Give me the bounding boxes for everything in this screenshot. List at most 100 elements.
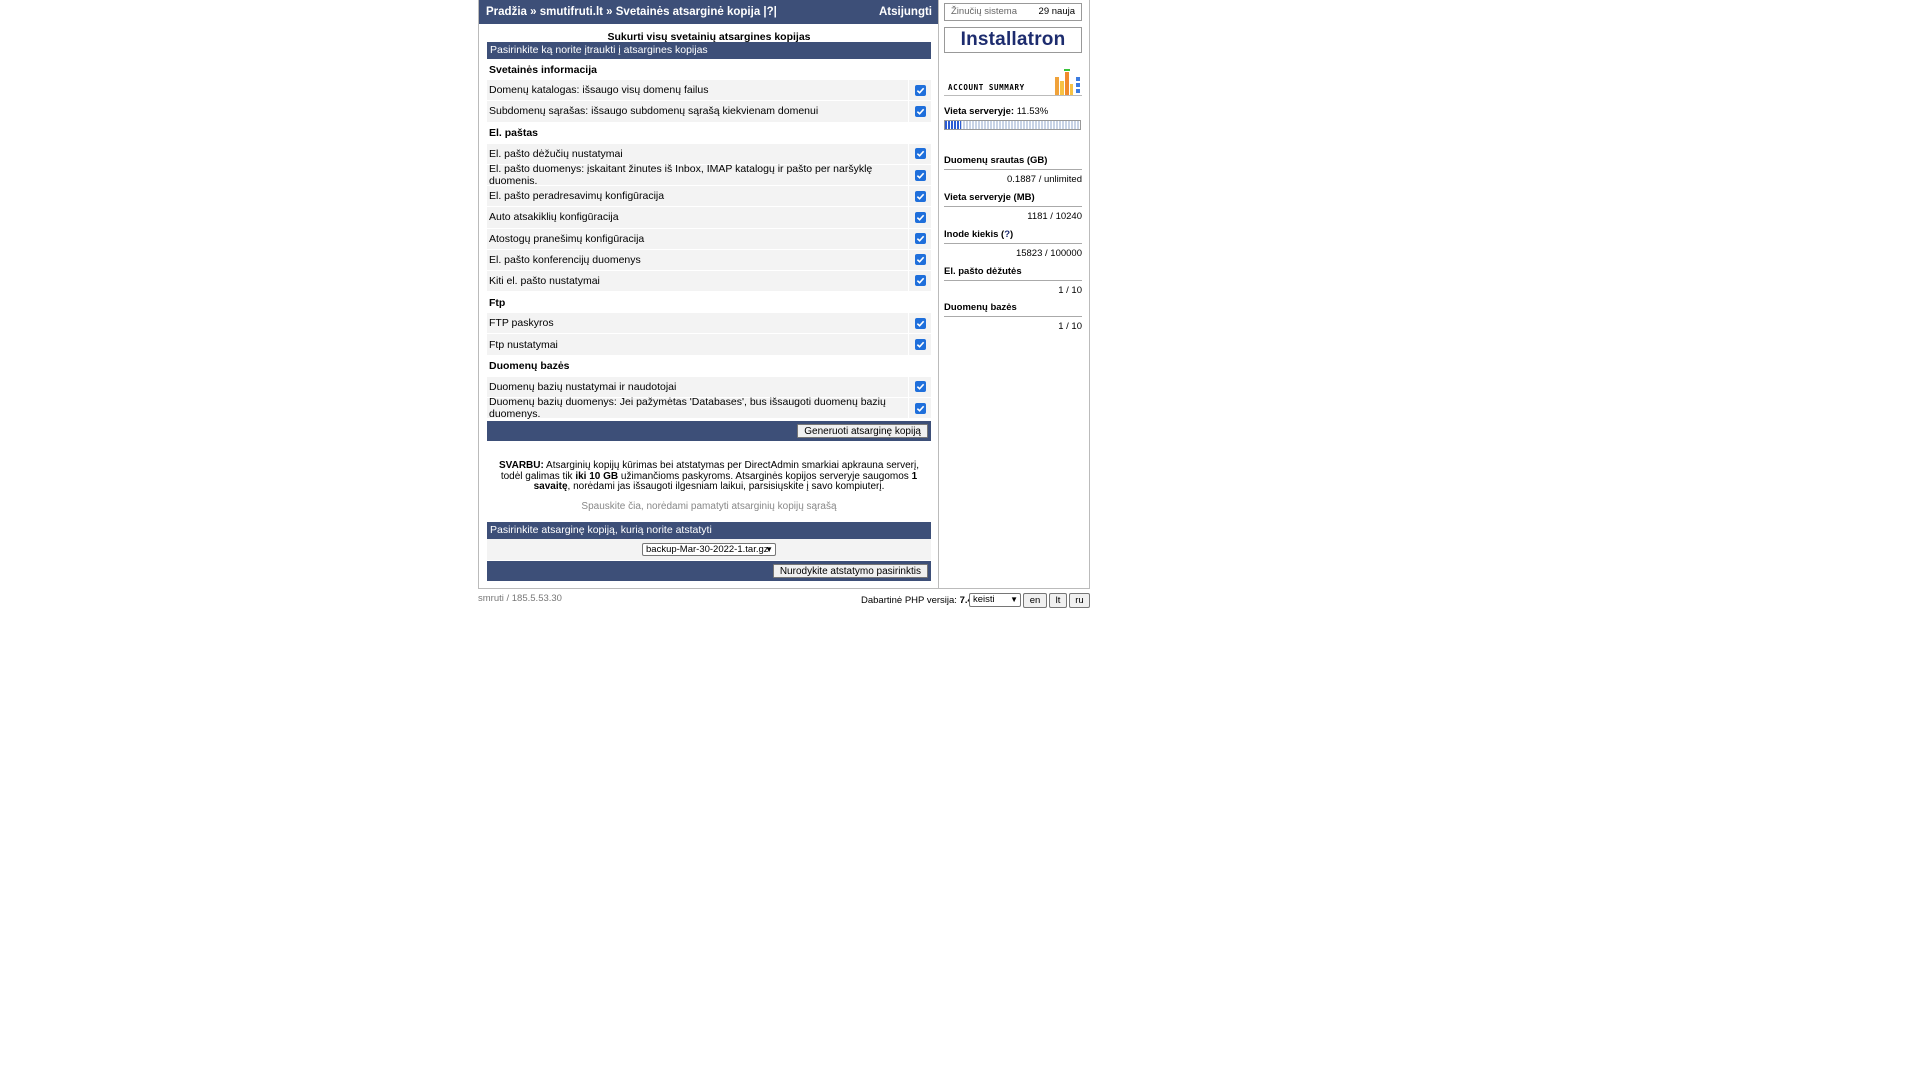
- backup-option-checkbox[interactable]: [914, 105, 926, 117]
- backup-option-checkbox[interactable]: [914, 254, 926, 266]
- breadcrumb: Pradžia » smutifruti.lt » Svetainės atsa…: [486, 0, 777, 24]
- backup-option-label: Duomenų bazių duomenys: Jei pažymėtas 'D…: [487, 396, 909, 420]
- message-system-box[interactable]: Žinučių sistema 29 nauja: [944, 3, 1082, 21]
- language-lt-button[interactable]: lt: [1049, 593, 1067, 608]
- checkmark-icon: [916, 214, 924, 221]
- help-link[interactable]: |?|: [760, 6, 776, 18]
- account-stat-value: 1 / 10: [1058, 285, 1082, 296]
- account-summary-title: ACCOUNT SUMMARY: [948, 83, 1025, 92]
- backup-option-label: Kiti el. pašto nustatymai: [487, 270, 909, 292]
- message-count: 29 nauja: [1038, 6, 1075, 17]
- breadcrumb-home-link[interactable]: Pradžia: [486, 6, 527, 18]
- breadcrumb-separator: »: [602, 6, 616, 18]
- account-stat-title: Duomenų bazės: [944, 302, 1082, 317]
- backup-option-checkbox[interactable]: [914, 402, 926, 414]
- backup-option-row: Subdomenų sąrašas: išsaugo subdomenų sąr…: [487, 101, 931, 123]
- backup-option-cell: [909, 398, 931, 418]
- backup-option-row: Domenų katalogas: išsaugo visų domenų fa…: [487, 80, 931, 102]
- backup-option-checkbox[interactable]: [914, 275, 926, 287]
- backup-option-checkbox[interactable]: [914, 339, 926, 351]
- chevron-down-icon: ▼: [1010, 595, 1018, 604]
- notice-text: , norėdami jas išsaugoti ilgesniam laiku…: [567, 481, 885, 492]
- notice-label: SVARBU:: [499, 460, 544, 471]
- checkmark-icon: [916, 235, 924, 242]
- section-heading: Ftp: [487, 292, 931, 314]
- account-stat: Vieta serveryje (MB) 1181 / 10240: [944, 192, 1082, 222]
- php-version-select-value: keisti: [973, 594, 995, 605]
- php-version-select[interactable]: keisti ▼: [969, 593, 1021, 607]
- backup-option-checkbox[interactable]: [914, 169, 926, 181]
- section-heading: Svetainės informacija: [487, 59, 931, 81]
- backup-option-cell: [909, 313, 931, 333]
- backup-option-checkbox[interactable]: [914, 84, 926, 96]
- backup-option-cell: [909, 271, 931, 291]
- backup-option-label: Auto atsakiklių konfigūracija: [487, 207, 909, 228]
- backup-options-list: Svetainės informacija Domenų katalogas: i…: [487, 59, 931, 420]
- backup-option-label: FTP paskyros: [487, 313, 909, 334]
- backup-option-cell: [909, 229, 931, 249]
- message-system-label: Žinučių sistema: [951, 6, 1017, 17]
- account-stat: Inode kiekis (?) 15823 / 100000: [944, 229, 1082, 259]
- account-stat-value: 0.1887 / unlimited: [1007, 174, 1082, 185]
- notice-text: užimančioms paskyroms. Atsarginės kopijo…: [618, 470, 912, 482]
- backup-option-cell: [909, 165, 931, 185]
- backup-file-select[interactable]: backup-Mar-30-2022-1.tar.gz ▼: [642, 543, 776, 556]
- paren: ): [1010, 229, 1014, 240]
- backup-option-checkbox[interactable]: [914, 148, 926, 160]
- backup-option-checkbox[interactable]: [914, 211, 926, 223]
- backup-option-row: El. pašto duomenys: įskaitant žinutes iš…: [487, 163, 931, 187]
- backup-option-row: Auto atsakiklių konfigūracija: [487, 207, 931, 229]
- php-version-label: Dabartinė PHP versija: 7.4: [861, 595, 973, 606]
- section-heading: El. paštas: [487, 122, 931, 144]
- generate-backup-button[interactable]: Generuoti atsarginę kopiją: [797, 424, 928, 438]
- backup-option-row: El. pašto dėžučių nustatymai: [487, 143, 931, 165]
- backup-option-cell: [909, 250, 931, 270]
- backup-option-label: Duomenų bazių nustatymai ir naudotojai: [487, 376, 909, 397]
- backup-option-row: FTP paskyros: [487, 313, 931, 335]
- php-version-label-text: Dabartinė PHP versija:: [861, 595, 957, 606]
- disk-usage-label: Vieta serveryje: 11.53%: [944, 106, 1048, 117]
- backup-options-header: Pasirinkite ką norite įtraukti į atsargi…: [487, 42, 931, 59]
- restore-options-button[interactable]: Nurodykite atstatymo pasirinktis: [772, 564, 928, 578]
- backup-option-row: Duomenų bazių nustatymai ir naudotojai: [487, 376, 931, 398]
- restore-select-row: backup-Mar-30-2022-1.tar.gz ▼: [487, 539, 931, 560]
- backup-option-row: El. pašto konferencijų duomenys: [487, 249, 931, 271]
- language-en-button[interactable]: en: [1023, 593, 1047, 608]
- backup-option-cell: [909, 186, 931, 206]
- account-summary-banner: ACCOUNT SUMMARY: [944, 67, 1082, 96]
- restore-header-text: Pasirinkite atsarginę kopiją, kurią nori…: [490, 524, 712, 536]
- account-stat-title-text: Inode kiekis: [944, 229, 999, 240]
- account-stat: Duomenų srautas (GB) 0.1887 / unlimited: [944, 155, 1082, 185]
- backup-option-checkbox[interactable]: [914, 233, 926, 245]
- server-host: smruti / 185.5.53.30: [478, 593, 562, 604]
- checkmark-icon: [916, 193, 924, 200]
- backup-option-row: Kiti el. pašto nustatymai: [487, 270, 931, 293]
- backup-option-checkbox[interactable]: [914, 317, 926, 329]
- breadcrumb-separator: »: [526, 6, 540, 18]
- account-stat-title-text: Duomenų bazės: [944, 302, 1017, 313]
- account-stat-title-text: Vieta serveryje (MB): [944, 192, 1035, 203]
- notice-limit: iki 10 GB: [575, 470, 619, 482]
- backup-option-label: Domenų katalogas: išsaugo visų domenų fa…: [487, 80, 909, 101]
- disk-usage-percent: 11.53%: [1016, 106, 1049, 117]
- account-stat-value: 1181 / 10240: [1027, 211, 1082, 222]
- account-stat-title-text: El. pašto dėžutės: [944, 266, 1022, 277]
- backup-option-cell: [909, 207, 931, 227]
- breadcrumb-domain-link[interactable]: smutifruti.lt: [540, 6, 603, 18]
- logout-link[interactable]: Atsijungti: [879, 0, 932, 24]
- checkmark-icon: [916, 341, 924, 348]
- checkmark-icon: [916, 320, 924, 327]
- backup-option-checkbox[interactable]: [914, 381, 926, 393]
- installatron-logo[interactable]: Installatron: [944, 27, 1082, 53]
- backup-option-checkbox[interactable]: [914, 190, 926, 202]
- chevron-down-icon: ▼: [765, 545, 773, 554]
- account-stat: El. pašto dėžutės 1 / 10: [944, 266, 1082, 296]
- checkmark-icon: [916, 256, 924, 264]
- restore-header: Pasirinkite atsarginę kopiją, kurią nori…: [487, 522, 931, 539]
- account-stat-value: 1 / 10: [1058, 321, 1082, 332]
- language-ru-button[interactable]: ru: [1069, 593, 1090, 608]
- backup-options-header-text: Pasirinkite ką norite įtraukti į atsargi…: [490, 44, 708, 56]
- backup-list-link[interactable]: Spauskite čia, norėdami pamatyti atsargi…: [487, 501, 931, 512]
- account-stat-title: Vieta serveryje (MB): [944, 192, 1082, 207]
- backup-option-cell: [909, 334, 931, 354]
